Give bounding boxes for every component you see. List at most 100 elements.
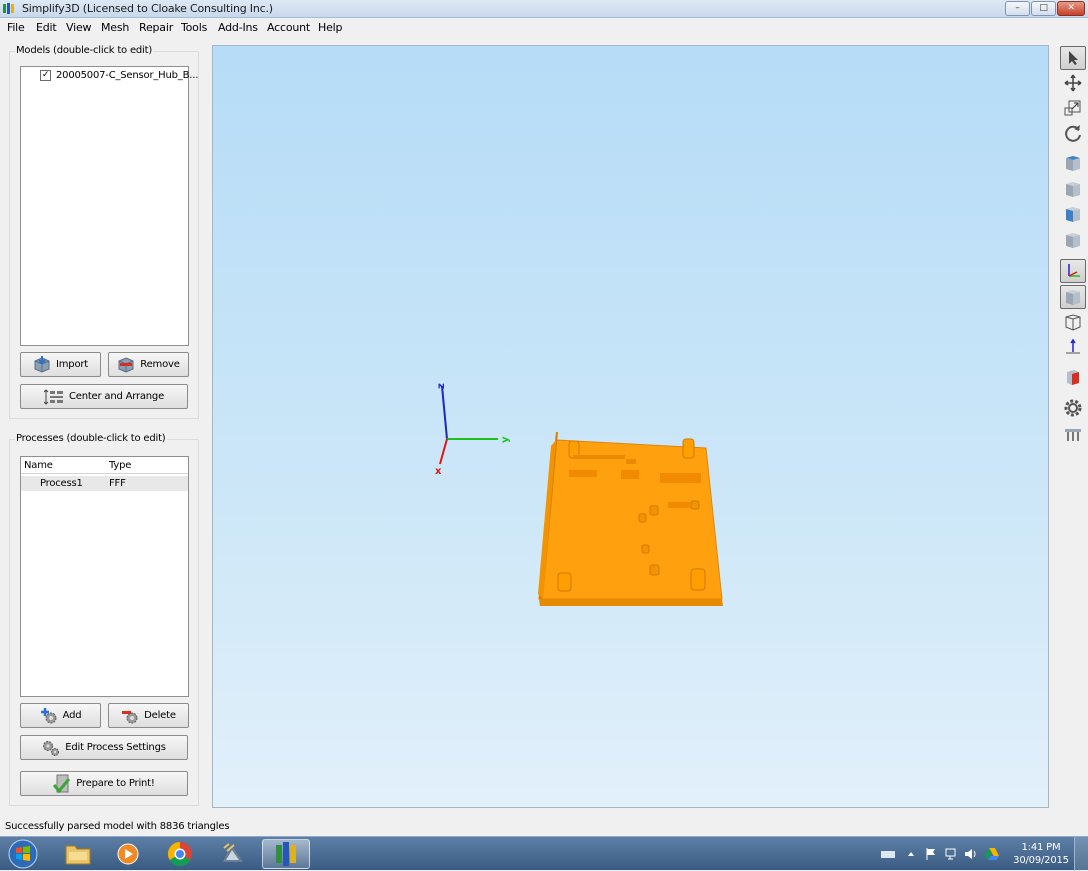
select-tool-button[interactable] xyxy=(1060,46,1086,70)
move-tool-button[interactable] xyxy=(1060,71,1086,95)
edit-process-settings-label: Edit Process Settings xyxy=(65,742,166,753)
menu-file[interactable]: File xyxy=(7,21,25,34)
rotate-tool-button[interactable] xyxy=(1060,121,1086,145)
processes-table[interactable]: Name Type Process1 FFF xyxy=(20,456,189,697)
processes-group-label: Processes (double-click to edit) xyxy=(15,433,167,444)
wireframe-view-icon xyxy=(1065,314,1081,331)
cross-section-icon xyxy=(1067,370,1079,385)
menu-mesh[interactable]: Mesh xyxy=(101,21,129,34)
start-orb-icon xyxy=(8,839,38,869)
remove-label: Remove xyxy=(140,359,180,370)
import-label: Import xyxy=(56,359,88,370)
settings-icon xyxy=(1064,399,1082,417)
view-iso-icon xyxy=(1066,233,1080,248)
process-name: Process1 xyxy=(40,478,83,489)
minimize-button[interactable]: – xyxy=(1005,1,1030,16)
taskbar-chrome[interactable] xyxy=(156,839,204,869)
network-icon[interactable] xyxy=(944,847,958,861)
model-mesh[interactable] xyxy=(538,432,723,606)
show-hidden-icons-icon[interactable] xyxy=(906,849,916,859)
center-arrange-button[interactable]: Center and Arrange xyxy=(20,384,188,409)
action-center-flag-icon[interactable] xyxy=(924,847,938,861)
settings-button[interactable] xyxy=(1060,396,1086,420)
simplify3d-logo-icon xyxy=(3,3,14,14)
ground-axis-button[interactable] xyxy=(1060,335,1086,359)
process-row[interactable]: Process1 FFF xyxy=(21,476,188,491)
axis-label-y: y xyxy=(500,436,511,443)
menu-view[interactable]: View xyxy=(66,21,92,34)
cross-section-button[interactable] xyxy=(1060,365,1086,389)
taskbar-satellite[interactable] xyxy=(209,839,257,869)
prepare-to-print-label: Prepare to Print! xyxy=(76,778,155,789)
3d-viewport[interactable]: z y x xyxy=(212,45,1049,808)
volume-icon[interactable] xyxy=(964,847,978,861)
add-process-button[interactable]: Add xyxy=(20,703,101,728)
models-list[interactable]: ✓ 20005007-C_Sensor_Hub_B... xyxy=(20,66,198,346)
explorer-icon xyxy=(65,845,91,865)
model-checkbox[interactable]: ✓ xyxy=(40,70,51,81)
maximize-button[interactable]: □ xyxy=(1031,1,1056,16)
axes-toggle-button[interactable] xyxy=(1060,259,1086,283)
taskbar-explorer[interactable] xyxy=(54,839,102,869)
remove-button[interactable]: Remove xyxy=(108,352,189,377)
view-iso-button[interactable] xyxy=(1060,228,1086,252)
satellite-icon xyxy=(223,843,243,862)
taskbar-simplify3d[interactable] xyxy=(262,839,310,869)
menu-bar: File Edit View Mesh Repair Tools Add-Ins… xyxy=(0,19,1088,37)
z-axis xyxy=(441,385,448,440)
taskbar-clock[interactable]: 1:41 PM 30/09/2015 xyxy=(1012,841,1070,867)
model-name: 20005007-C_Sensor_Hub_B... xyxy=(56,70,199,81)
axis-label-z: z xyxy=(436,383,447,389)
remove-cube-icon xyxy=(118,356,134,373)
col-name-header[interactable]: Name xyxy=(24,460,53,471)
scale-tool-button[interactable] xyxy=(1060,96,1086,120)
solid-view-button[interactable] xyxy=(1060,285,1086,309)
view-front-button[interactable] xyxy=(1060,177,1086,201)
wireframe-view-button[interactable] xyxy=(1060,310,1086,334)
menu-help[interactable]: Help xyxy=(318,21,342,34)
scale-icon xyxy=(1064,100,1081,116)
model-list-item[interactable]: ✓ 20005007-C_Sensor_Hub_B... xyxy=(40,69,198,83)
center-arrange-label: Center and Arrange xyxy=(68,391,165,402)
delete-process-button[interactable]: Delete xyxy=(108,703,189,728)
window-title: Simplify3D (Licensed to Cloake Consultin… xyxy=(22,2,273,15)
view-top-button[interactable] xyxy=(1060,151,1086,175)
processes-table-header: Name Type xyxy=(21,457,188,474)
chrome-icon xyxy=(167,842,192,867)
viewport-scene: z y x xyxy=(435,383,723,606)
build-table-button[interactable] xyxy=(1060,422,1086,446)
menu-account[interactable]: Account xyxy=(267,21,310,34)
keyboard-icon[interactable] xyxy=(880,848,896,860)
menu-tools[interactable]: Tools xyxy=(181,21,207,34)
menu-add-ins[interactable]: Add-Ins xyxy=(218,21,258,34)
add-gear-icon xyxy=(40,707,57,723)
move-icon xyxy=(1064,74,1082,92)
google-drive-icon[interactable] xyxy=(984,847,1000,861)
x-axis xyxy=(439,438,448,465)
taskbar-media-player[interactable] xyxy=(104,839,152,869)
view-left-button[interactable] xyxy=(1060,202,1086,226)
start-button[interactable] xyxy=(2,839,44,869)
system-tray xyxy=(880,837,1000,871)
process-type: FFF xyxy=(109,478,126,489)
menu-repair[interactable]: Repair xyxy=(139,21,173,34)
ground-axis-icon xyxy=(1066,338,1080,354)
settings-gears-icon xyxy=(43,740,60,756)
axis-label-x: x xyxy=(435,466,442,477)
menu-edit[interactable]: Edit xyxy=(36,21,57,34)
view-toolbar xyxy=(1057,40,1088,810)
prepare-to-print-button[interactable]: Prepare to Print! xyxy=(20,771,188,796)
solid-view-icon xyxy=(1066,290,1080,305)
edit-process-settings-button[interactable]: Edit Process Settings xyxy=(20,735,188,760)
view-front-icon xyxy=(1066,182,1080,197)
add-label: Add xyxy=(62,710,82,721)
prepare-check-icon xyxy=(53,774,71,793)
import-button[interactable]: Import xyxy=(20,352,101,377)
models-group-label: Models (double-click to edit) xyxy=(15,45,154,56)
axes-gizmo: z y x xyxy=(435,383,511,477)
delete-label: Delete xyxy=(144,710,176,721)
show-desktop-button[interactable] xyxy=(1074,837,1088,871)
close-button[interactable]: ✕ xyxy=(1057,1,1085,16)
delete-gear-icon xyxy=(122,710,138,723)
col-type-header[interactable]: Type xyxy=(109,460,131,471)
